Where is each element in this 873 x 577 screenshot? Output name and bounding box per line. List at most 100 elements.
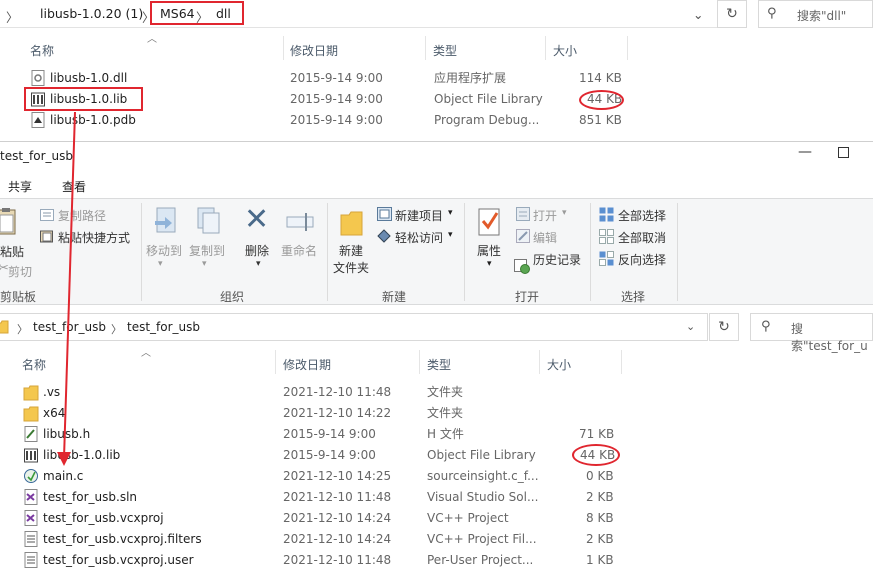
paste-icon: [0, 208, 16, 235]
column-header-date[interactable]: 修改日期: [290, 42, 338, 59]
rename-button[interactable]: 重命名: [281, 242, 317, 259]
select-all-button[interactable]: 全部选择: [618, 207, 666, 224]
top-explorer-window: 〉 libusb-1.0.20 (1) 〉 MS64 〉 dll ⌄ ↻ ⚲ 搜…: [0, 0, 873, 141]
file-date: 2021-12-10 11:48: [283, 553, 392, 567]
new-folder-button[interactable]: 新建: [339, 242, 363, 259]
file-name: .vs: [43, 385, 61, 399]
column-header-date[interactable]: 修改日期: [283, 356, 331, 373]
file-name: libusb.h: [43, 427, 91, 441]
search-input[interactable]: ⚲ 搜索"dll": [758, 0, 873, 28]
file-type: Per-User Project...: [427, 553, 534, 567]
new-folder-button-line2: 文件夹: [333, 261, 370, 275]
new-folder-icon: [340, 211, 363, 236]
select-none-button[interactable]: 全部取消: [618, 229, 666, 246]
chevron-down-icon: ▾: [256, 259, 261, 269]
search-icon: ⚲: [761, 319, 771, 334]
chevron-down-icon: ▾: [202, 259, 207, 269]
search-icon: ⚲: [767, 6, 777, 21]
file-row[interactable]: test_for_usb.vcxproj 2021-12-10 14:24 VC…: [0, 508, 640, 529]
annotation-box: [150, 1, 244, 25]
chevron-right-icon[interactable]: 〉: [111, 321, 122, 337]
copy-to-button[interactable]: 复制到: [189, 242, 225, 259]
file-date: 2021-12-10 14:24: [283, 532, 392, 546]
select-all-icon: [599, 207, 614, 222]
file-row[interactable]: libusb-1.0.lib 2015-9-14 9:00 Object Fil…: [0, 445, 640, 466]
file-type: VC++ Project Fil...: [427, 532, 537, 546]
annotation-box: [24, 87, 143, 111]
file-date: 2021-12-10 11:48: [283, 490, 392, 504]
search-input[interactable]: ⚲ 搜索"test_for_u: [750, 313, 873, 353]
tab-view[interactable]: 查看: [62, 178, 86, 195]
new-item-button[interactable]: 新建项目: [395, 207, 443, 224]
file-name: main.c: [43, 469, 84, 483]
file-date: 2015-9-14 9:00: [290, 113, 383, 127]
file-row[interactable]: libusb.h 2015-9-14 9:00 H 文件 71 KB: [0, 424, 640, 445]
properties-icon: [478, 208, 500, 236]
cut-button[interactable]: 剪切: [8, 263, 32, 280]
easy-access-button[interactable]: 轻松访问: [395, 229, 443, 246]
rename-icon: [286, 213, 314, 231]
column-header-type[interactable]: 类型: [427, 356, 451, 373]
address-bar[interactable]: 〉 test_for_usb 〉 test_for_usb ⌄: [0, 313, 708, 341]
edit-icon: [516, 229, 530, 243]
move-to-icon: [155, 207, 176, 233]
file-date: 2021-12-10 11:48: [283, 385, 392, 399]
refresh-icon[interactable]: ↻: [717, 0, 747, 28]
edit-button[interactable]: 编辑: [533, 229, 557, 246]
file-type: sourceinsight.c_f...: [427, 469, 539, 483]
copy-path-icon: [40, 209, 54, 221]
file-row[interactable]: test_for_usb.vcxproj.user 2021-12-10 11:…: [0, 550, 640, 571]
history-button[interactable]: 历史记录: [533, 251, 581, 268]
invert-selection-button[interactable]: 反向选择: [618, 251, 666, 268]
paste-shortcut-button[interactable]: 粘贴快捷方式: [58, 229, 130, 246]
paste-button[interactable]: 粘贴: [0, 243, 24, 260]
top-address-bar[interactable]: 〉 libusb-1.0.20 (1) 〉 MS64 〉 dll ⌄: [0, 0, 745, 28]
tab-share[interactable]: 共享: [8, 178, 32, 195]
file-row[interactable]: main.c 2021-12-10 14:25 sourceinsight.c_…: [0, 466, 640, 487]
file-date: 2021-12-10 14:25: [283, 469, 392, 483]
open-button[interactable]: 打开: [533, 207, 557, 224]
move-to-button[interactable]: 移动到: [146, 242, 182, 259]
paste-shortcut-icon: [40, 230, 53, 243]
file-row[interactable]: test_for_usb.vcxproj.filters 2021-12-10 …: [0, 529, 640, 550]
file-date: 2015-9-14 9:00: [283, 427, 376, 441]
sort-up-icon: ︿: [147, 34, 157, 45]
column-header-name[interactable]: 名称: [30, 42, 54, 59]
chevron-down-icon: ▾: [448, 208, 453, 218]
sort-up-icon: ︿: [141, 348, 151, 359]
breadcrumb-item[interactable]: test_for_usb: [33, 320, 106, 334]
file-name: test_for_usb.vcxproj: [43, 511, 164, 525]
vcxproj-icon: [24, 510, 38, 526]
file-type: Object File Library: [434, 92, 543, 106]
delete-button[interactable]: 删除: [245, 242, 269, 259]
copy-path-button[interactable]: 复制路径: [58, 207, 106, 224]
lib-icon: [24, 448, 38, 463]
chevron-left-icon[interactable]: 〉: [6, 7, 19, 26]
file-row[interactable]: test_for_usb.sln 2021-12-10 11:48 Visual…: [0, 487, 640, 508]
chevron-down-icon: ▾: [158, 259, 163, 269]
pdb-icon: [31, 112, 45, 128]
breadcrumb-item[interactable]: test_for_usb: [127, 320, 200, 334]
column-header-type[interactable]: 类型: [433, 42, 457, 59]
maximize-button[interactable]: [838, 147, 849, 158]
column-header-size[interactable]: 大小: [547, 356, 571, 373]
chevron-down-icon[interactable]: ⌄: [686, 320, 695, 333]
file-name: libusb-1.0.lib: [43, 448, 121, 462]
chevron-right-icon[interactable]: 〉: [17, 321, 28, 337]
file-row[interactable]: x64 2021-12-10 14:22 文件夹: [0, 403, 640, 424]
chevron-down-icon[interactable]: ⌄: [693, 7, 703, 22]
new-item-icon: [377, 207, 392, 221]
file-row[interactable]: .vs 2021-12-10 11:48 文件夹: [0, 382, 640, 403]
file-size: 0 KB: [586, 469, 614, 483]
easy-access-icon: [377, 229, 391, 243]
properties-button[interactable]: 属性: [477, 242, 501, 259]
column-header-name[interactable]: 名称: [22, 356, 46, 373]
breadcrumb-item[interactable]: libusb-1.0.20 (1): [40, 6, 143, 21]
file-row[interactable]: libusb-1.0.pdb 2015-9-14 9:00 Program De…: [0, 110, 640, 131]
organize-group-label: 组织: [220, 290, 245, 304]
open-group-label: 打开: [515, 290, 540, 304]
minimize-button[interactable]: —: [798, 144, 812, 160]
refresh-icon[interactable]: ↻: [709, 313, 739, 341]
column-header-size[interactable]: 大小: [553, 42, 577, 59]
file-row[interactable]: libusb-1.0.dll 2015-9-14 9:00 应用程序扩展 114…: [0, 68, 640, 89]
